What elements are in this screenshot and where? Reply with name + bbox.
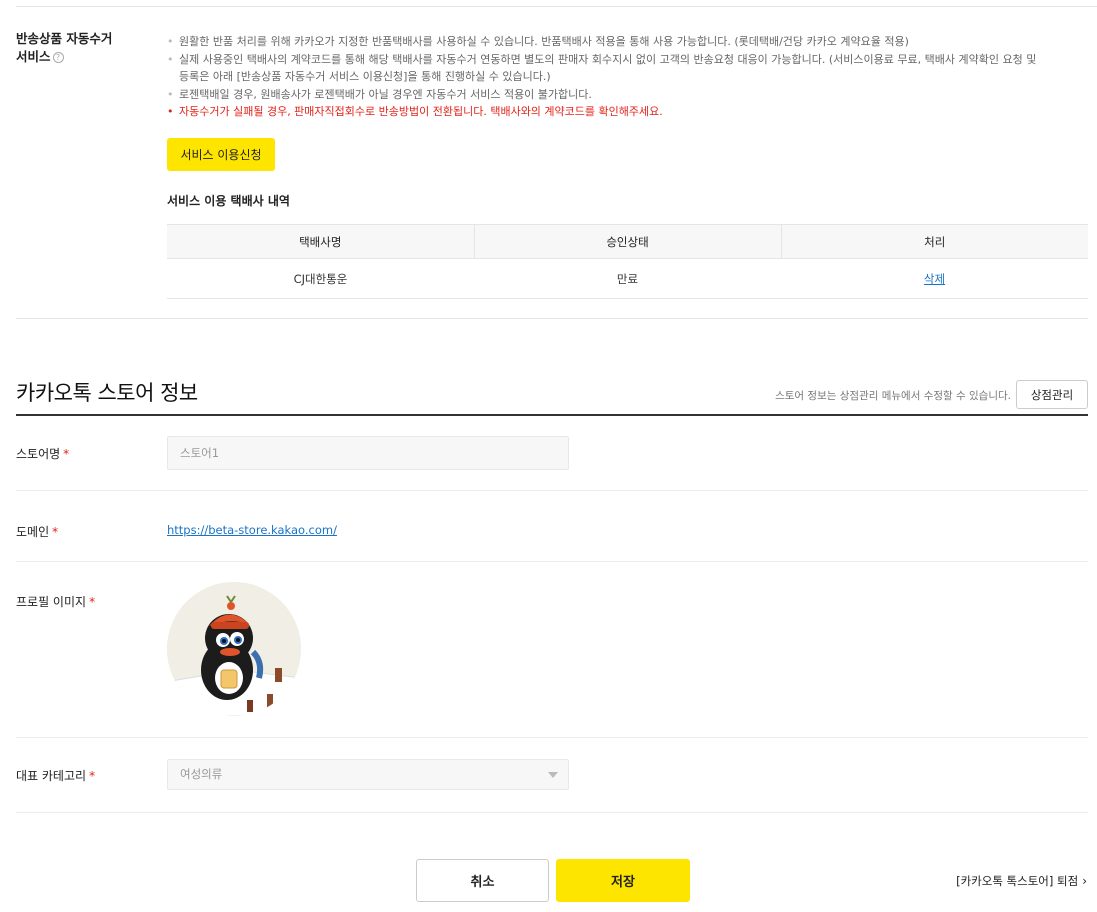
- section-divider: [16, 318, 1088, 319]
- cancel-button[interactable]: 취소: [416, 859, 549, 902]
- store-title-rule: [16, 414, 1088, 416]
- store-name-input[interactable]: [167, 436, 569, 470]
- category-select[interactable]: 여성의류: [167, 759, 569, 790]
- courier-table: 택배사명 승인상태 처리 CJ대한통운 만료 삭제: [167, 224, 1088, 299]
- row-divider: [16, 490, 1088, 491]
- return-service-label-line1: 반송상품 자동수거: [16, 31, 113, 46]
- note-item: 실제 사용중인 택배사의 계약코드를 통해 해당 택배사를 자동수거 연동하면 …: [167, 51, 1087, 69]
- delete-link[interactable]: 삭제: [924, 272, 945, 286]
- dropdown-arrow-icon: [548, 772, 558, 778]
- domain-label: 도메인 *: [16, 525, 59, 539]
- row-divider: [16, 737, 1088, 738]
- row-divider: [16, 812, 1088, 813]
- profile-image-label: 프로필 이미지 *: [16, 595, 96, 609]
- column-header-action: 처리: [781, 224, 1088, 259]
- top-divider: [16, 6, 1097, 7]
- note-item-continued: 등록은 아래 [반송상품 자동수거 서비스 이용신청]을 통해 진행하실 수 있…: [179, 70, 551, 83]
- profile-avatar-image: [167, 582, 301, 716]
- required-mark: *: [89, 769, 96, 783]
- help-icon[interactable]: ?: [52, 52, 64, 63]
- action-cell: 삭제: [781, 258, 1088, 299]
- store-manage-button[interactable]: 상점관리: [1016, 380, 1088, 409]
- approval-status-cell: 만료: [474, 258, 781, 299]
- required-mark: *: [52, 525, 59, 539]
- domain-link[interactable]: https://beta-store.kakao.com/: [167, 523, 337, 537]
- column-header-status: 승인상태: [474, 224, 782, 259]
- penguin-character-illustration: [167, 582, 301, 716]
- return-service-notes: 원활한 반품 처리를 위해 카카오가 지정한 반품택배사를 사용하실 수 있습니…: [167, 33, 1087, 121]
- category-selected-value: 여성의류: [180, 767, 223, 781]
- table-header-row: 택배사명 승인상태 처리: [167, 224, 1088, 259]
- return-service-label: 반송상품 자동수거 서비스?: [16, 30, 112, 66]
- store-withdraw-link[interactable]: [카카오톡 톡스토어] 퇴점 ›: [956, 873, 1087, 889]
- note-item: 원활한 반품 처리를 위해 카카오가 지정한 반품택배사를 사용하실 수 있습니…: [167, 33, 1087, 51]
- return-service-label-line2: 서비스: [16, 49, 51, 64]
- table-row: CJ대한통운 만료 삭제: [167, 258, 1088, 299]
- required-mark: *: [89, 595, 96, 609]
- required-mark: *: [63, 447, 70, 461]
- courier-name-cell: CJ대한통운: [167, 258, 474, 299]
- store-info-title: 카카오톡 스토어 정보: [16, 381, 198, 405]
- note-item: 로젠택배일 경우, 원배송사가 로젠택배가 아닐 경우엔 자동수거 서비스 적용…: [167, 86, 1087, 104]
- chevron-right-icon: ›: [1082, 874, 1087, 888]
- store-name-label: 스토어명 *: [16, 447, 70, 461]
- warning-note: 자동수거가 실패될 경우, 판매자직접회수로 반송방법이 전환됩니다. 택배사와…: [167, 103, 1087, 121]
- category-label: 대표 카테고리 *: [16, 769, 96, 783]
- save-button[interactable]: 저장: [556, 859, 690, 902]
- service-apply-button[interactable]: 서비스 이용신청: [167, 138, 275, 171]
- row-divider: [16, 561, 1088, 562]
- courier-history-title: 서비스 이용 택배사 내역: [167, 194, 290, 208]
- column-header-courier: 택배사명: [167, 224, 475, 259]
- store-info-note: 스토어 정보는 상점관리 메뉴에서 수정할 수 있습니다.: [775, 390, 1011, 402]
